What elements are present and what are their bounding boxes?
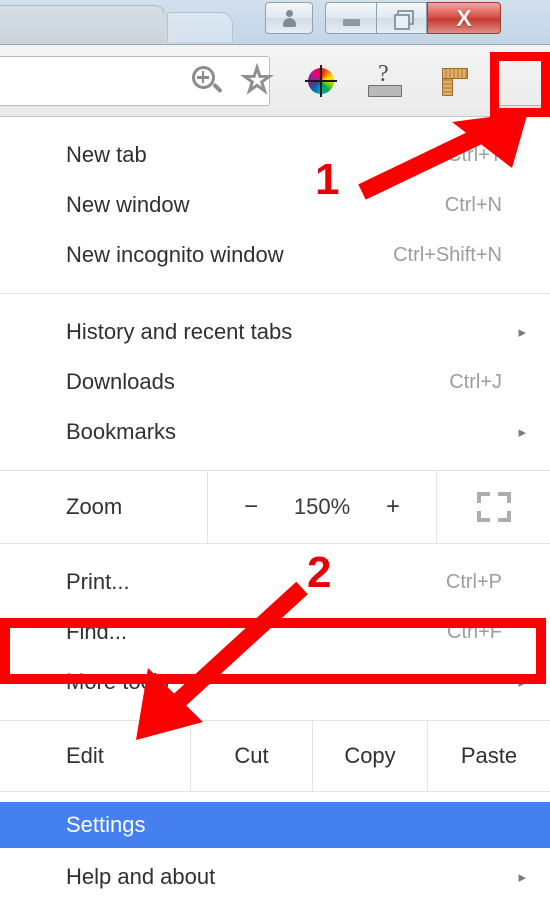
chevron-right-icon: ▸ <box>518 324 526 341</box>
menu-item-label: Bookmarks <box>66 419 177 444</box>
menu-group-padding <box>0 544 550 557</box>
fullscreen-button[interactable] <box>437 471 550 543</box>
minimize-button[interactable] <box>325 2 376 34</box>
color-wheel-extension-button[interactable] <box>296 56 346 106</box>
menu-item-label: Help and about <box>66 864 216 889</box>
menu-item-label: New tab <box>66 142 147 167</box>
menu-group-padding <box>0 707 550 720</box>
menu-group-padding <box>0 280 550 293</box>
menu-item-label: Find... <box>66 619 128 644</box>
bookmark-star-icon: ☆ <box>240 59 274 101</box>
menu-item-print[interactable]: Print... Ctrl+P <box>0 557 550 607</box>
menu-group-padding <box>0 457 550 470</box>
browser-toolbar: ☆ ? <box>0 47 550 157</box>
chrome-main-menu: New tab Ctrl+T New window Ctrl+N New inc… <box>0 117 550 900</box>
menu-item-history-and-recent-tabs[interactable]: History and recent tabs ▸ <box>0 307 550 357</box>
menu-item-shortcut: Ctrl+Shift+N <box>393 243 502 266</box>
menu-item-new-incognito-window[interactable]: New incognito window Ctrl+Shift+N <box>0 230 550 280</box>
menu-item-label: New window <box>66 192 190 217</box>
menu-item-shortcut: Ctrl+T <box>447 143 502 166</box>
menu-item-label: History and recent tabs <box>66 319 293 344</box>
new-tab-button[interactable] <box>167 12 233 42</box>
browser-tab-active[interactable] <box>0 5 178 46</box>
menu-group-padding <box>0 117 550 130</box>
menu-item-help-and-about[interactable]: Help and about ▸ <box>0 852 550 900</box>
menu-item-downloads[interactable]: Downloads Ctrl+J <box>0 357 550 407</box>
chevron-right-icon: ▸ <box>518 674 526 691</box>
paste-button[interactable]: Paste <box>427 721 550 791</box>
menu-item-shortcut: Ctrl+F <box>447 620 502 643</box>
menu-item-find[interactable]: Find... Ctrl+F <box>0 607 550 657</box>
menu-item-shortcut: Ctrl+J <box>449 370 502 393</box>
user-profile-button[interactable] <box>265 2 313 34</box>
cut-button[interactable]: Cut <box>190 721 312 791</box>
menu-item-label: Downloads <box>66 369 175 394</box>
zoom-in-button[interactable]: + <box>386 493 400 521</box>
zoom-label: Zoom <box>66 494 123 519</box>
menu-item-more-tools[interactable]: More tools ▸ <box>0 657 550 707</box>
menu-item-label: Settings <box>66 812 146 837</box>
ruler-icon <box>434 64 468 98</box>
restore-button[interactable] <box>376 2 427 34</box>
zoom-out-button[interactable]: − <box>244 493 258 521</box>
copy-button[interactable]: Copy <box>312 721 427 791</box>
fullscreen-icon <box>476 492 511 522</box>
menu-group-padding <box>0 792 550 802</box>
chevron-right-icon: ▸ <box>518 424 526 441</box>
menu-item-new-window[interactable]: New window Ctrl+N <box>0 180 550 230</box>
close-icon: X <box>456 4 472 31</box>
zoom-magnifier-icon <box>192 66 223 96</box>
zoom-controls: − 150% + <box>207 471 437 543</box>
menu-item-new-tab[interactable]: New tab Ctrl+T <box>0 130 550 180</box>
help-extension-button[interactable]: ? <box>360 56 410 106</box>
ruler-extension-button[interactable] <box>426 56 476 106</box>
menu-item-label: More tools <box>66 669 169 694</box>
menu-item-shortcut: Ctrl+P <box>445 570 502 593</box>
help-icon: ? <box>368 61 402 98</box>
menu-row-zoom: Zoom − 150% + <box>0 471 550 543</box>
minimize-icon <box>342 19 360 26</box>
menu-group-padding <box>0 294 550 307</box>
edit-label: Edit <box>66 743 104 768</box>
zoom-indicator-button[interactable] <box>182 56 232 106</box>
color-wheel-icon <box>305 65 337 97</box>
menu-item-label: Print... <box>66 569 130 594</box>
chevron-right-icon: ▸ <box>518 869 526 886</box>
close-button[interactable]: X <box>427 2 501 34</box>
menu-item-bookmarks[interactable]: Bookmarks ▸ <box>0 407 550 457</box>
bookmark-button[interactable]: ☆ <box>232 56 282 106</box>
title-bar: X <box>0 0 550 47</box>
menu-item-shortcut: Ctrl+N <box>444 193 502 216</box>
browser-window: X ☆ ? New tab Ctrl+T New window Ctrl+N N… <box>0 0 550 900</box>
menu-row-edit: Edit Cut Copy Paste <box>0 721 550 791</box>
user-icon <box>282 9 296 27</box>
menu-item-settings[interactable]: Settings <box>0 802 550 848</box>
menu-item-label: New incognito window <box>66 242 284 267</box>
zoom-level-value: 150% <box>293 494 351 519</box>
restore-icon <box>393 10 414 30</box>
